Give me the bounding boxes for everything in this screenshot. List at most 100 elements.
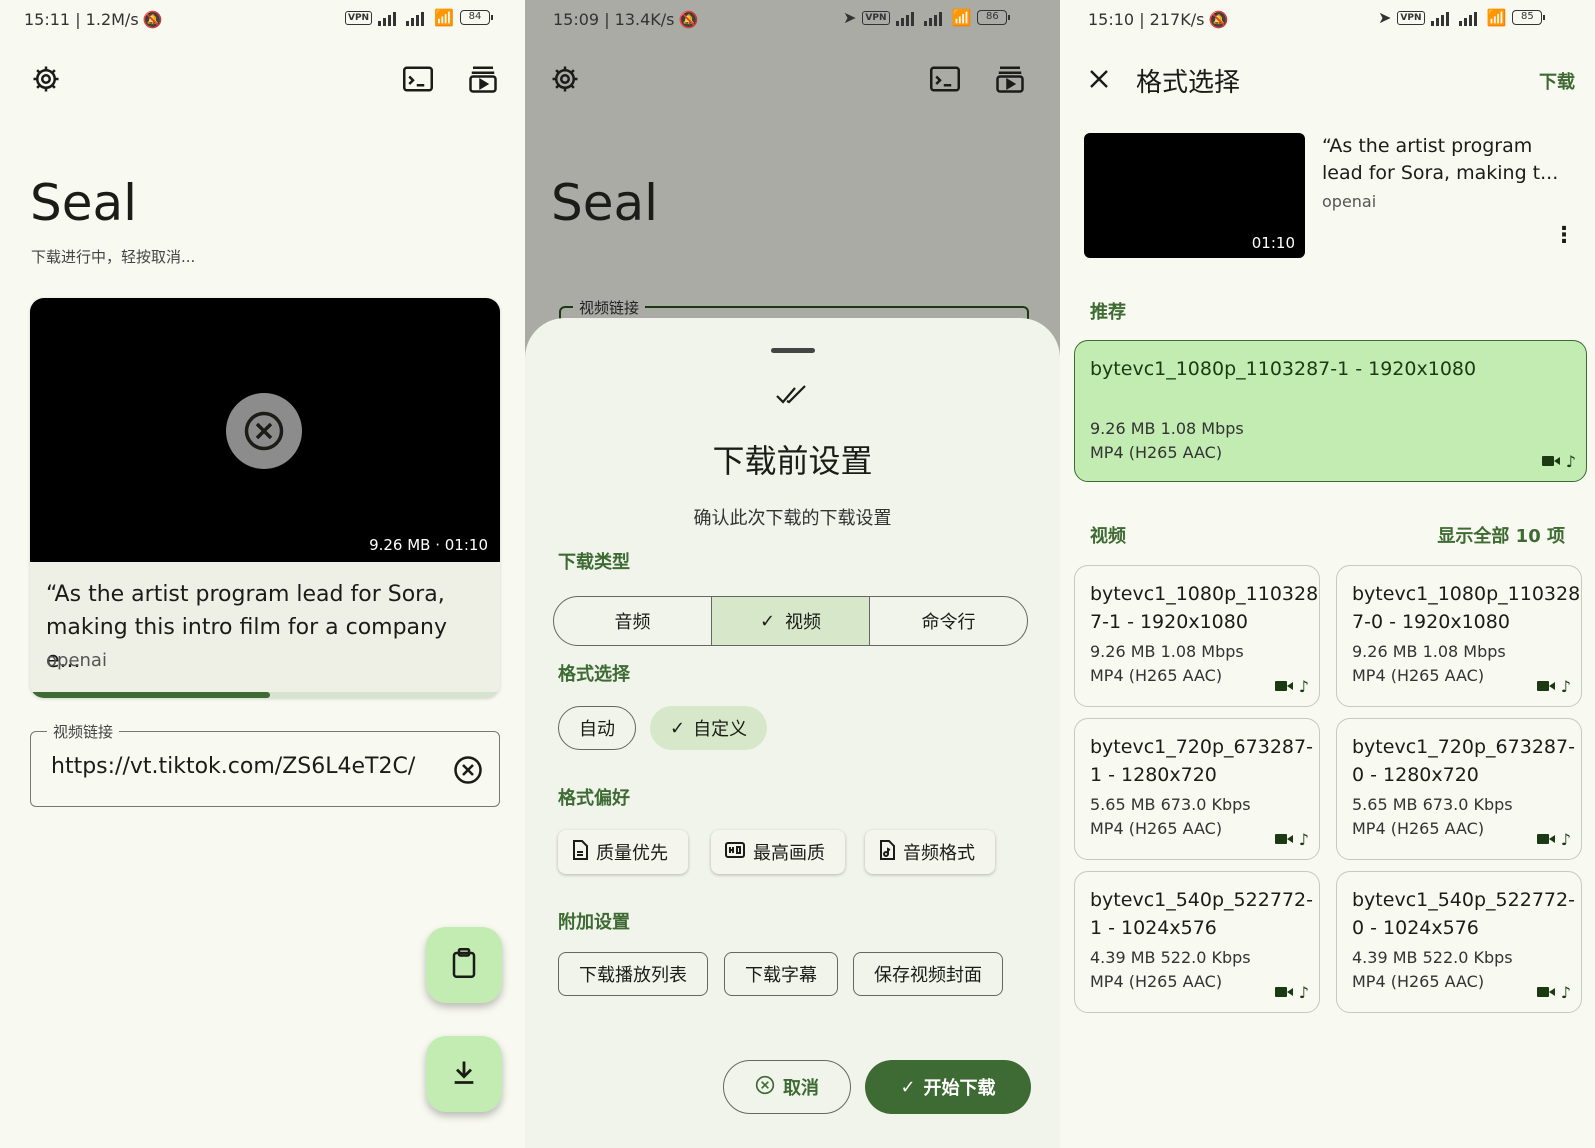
pre-download-settings-screen: 15:09 | 13.4K/s 🔕 ➤ VPN 📶 86 Seal 视频链接 下… xyxy=(525,0,1060,1148)
music-note-icon: ♪ xyxy=(1298,677,1309,696)
subscriptions-icon[interactable] xyxy=(466,62,500,96)
bell-off-icon: 🔕 xyxy=(142,10,163,29)
location-icon: ➤ xyxy=(843,8,857,27)
download-playlist-chip[interactable]: 下载播放列表 xyxy=(558,952,708,996)
battery-icon: 85 xyxy=(1512,10,1546,25)
cancel-icon xyxy=(755,1075,775,1100)
format-name: bytevc1_1080p_1103287-1 - 1920x1080 xyxy=(1090,358,1477,380)
bell-off-icon: 🔕 xyxy=(678,10,699,29)
signal-icon xyxy=(895,10,918,26)
terminal-icon[interactable] xyxy=(928,62,962,96)
clear-icon[interactable] xyxy=(453,755,483,789)
url-input[interactable]: 视频链接 https://vt.tiktok.com/ZS6L4eT2C/ xyxy=(30,721,500,807)
format-auto-chip[interactable]: 自动 xyxy=(558,706,636,750)
download-button[interactable] xyxy=(426,1036,502,1112)
paste-button[interactable] xyxy=(426,927,502,1003)
video-format-card[interactable]: bytevc1_720p_673287- 0 - 1280x720 5.65 MB… xyxy=(1336,718,1582,860)
format-size: 9.26 MB 1.08 Mbps xyxy=(1090,642,1244,661)
check-icon: ✓ xyxy=(900,1076,916,1098)
home-screen-downloading: 15:11 | 1.2M/s 🔕 VPN 📶 84 Seal 下载进行中，轻按取… xyxy=(0,0,525,1148)
video-format-card[interactable]: bytevc1_1080p_110328 7-1 - 1920x1080 9.26… xyxy=(1074,565,1320,707)
more-vert-icon[interactable]: ⋮ xyxy=(1553,223,1575,248)
terminal-icon[interactable] xyxy=(401,62,435,96)
download-action-button[interactable]: 下载 xyxy=(1539,68,1575,94)
pref-audio-chip[interactable]: 音频格式 xyxy=(865,830,995,874)
subscriptions-icon[interactable] xyxy=(993,62,1027,96)
battery-icon: 84 xyxy=(460,10,494,25)
check-icon: ✓ xyxy=(759,610,776,632)
settings-icon[interactable] xyxy=(29,62,63,96)
extra-settings-label: 附加设置 xyxy=(558,912,630,933)
vpn-icon: VPN xyxy=(1397,10,1425,25)
video-format-card[interactable]: bytevc1_720p_673287- 1 - 1280x720 5.65 MB… xyxy=(1074,718,1320,860)
close-icon[interactable] xyxy=(1082,62,1116,96)
video-title: “As the artist program lead for Sora, ma… xyxy=(1322,135,1559,184)
pref-quality-chip[interactable]: 质量优先 xyxy=(558,830,688,874)
status-time: 15:11 | 1.2M/s xyxy=(24,10,139,29)
video-author: openai xyxy=(1322,192,1377,211)
signal-icon xyxy=(923,10,946,26)
video-thumbnail: 01:10 xyxy=(1084,133,1305,258)
app-title: Seal xyxy=(30,174,138,232)
type-command[interactable]: 命令行 xyxy=(870,597,1027,645)
type-audio[interactable]: 音频 xyxy=(554,597,712,645)
bell-off-icon: 🔕 xyxy=(1208,10,1229,29)
drag-handle[interactable] xyxy=(771,348,815,353)
url-label: 视频链接 xyxy=(573,297,646,318)
videocam-icon xyxy=(1536,830,1555,849)
video-title: “As the artist program lead for Sora, ma… xyxy=(46,582,448,673)
video-format-card[interactable]: bytevc1_540p_522772- 1 - 1024x576 4.39 MB… xyxy=(1074,871,1320,1013)
show-all-button[interactable]: 显示全部 10 项 xyxy=(1437,522,1565,548)
clipboard-icon xyxy=(450,948,478,982)
url-value: https://vt.tiktok.com/ZS6L4eT2C/ xyxy=(51,754,416,779)
url-label: 视频链接 xyxy=(47,721,120,742)
settings-icon[interactable] xyxy=(548,62,582,96)
videocam-icon xyxy=(1274,830,1293,849)
wifi-icon: 📶 xyxy=(1486,8,1507,27)
status-bar: 15:09 | 13.4K/s 🔕 xyxy=(553,10,698,29)
format-codec: MP4 (H265 AAC) xyxy=(1352,666,1485,685)
signal-icon xyxy=(406,10,428,26)
music-note-icon: ♪ xyxy=(1560,677,1571,696)
status-icons: ➤ VPN 📶 86 xyxy=(843,8,1011,27)
pref-best-chip[interactable]: 最高画质 xyxy=(711,830,845,874)
videocam-icon xyxy=(1274,983,1293,1002)
format-pref-label: 格式偏好 xyxy=(558,788,630,809)
audio-file-icon xyxy=(879,839,895,865)
format-custom-chip[interactable]: ✓ 自定义 xyxy=(650,706,768,750)
sheet-subtitle: 确认此次下载的下载设置 xyxy=(693,508,892,529)
video-format-card[interactable]: bytevc1_1080p_110328 7-0 - 1920x1080 9.26… xyxy=(1336,565,1582,707)
location-icon: ➤ xyxy=(1378,8,1392,27)
download-type-label: 下载类型 xyxy=(558,552,630,573)
videocam-icon xyxy=(1274,677,1293,696)
format-select-label: 格式选择 xyxy=(558,664,630,685)
download-progress-card[interactable]: 9.26 MB · 01:10 “As the artist program l… xyxy=(30,298,500,698)
type-video[interactable]: ✓ 视频 xyxy=(712,597,870,645)
format-media-icons: ♪ xyxy=(1541,452,1576,471)
format-media-icons: ♪ xyxy=(1274,677,1309,696)
format-codec: MP4 (H265 AAC) xyxy=(1352,972,1485,991)
download-icon xyxy=(450,1058,478,1090)
format-name: bytevc1_540p_522772- 1 - 1024x576 xyxy=(1090,889,1313,939)
signal-icon xyxy=(1458,10,1481,26)
save-cover-chip[interactable]: 保存视频封面 xyxy=(853,952,1003,996)
video-meta: 9.26 MB · 01:10 xyxy=(369,536,488,554)
sheet-title: 下载前设置 xyxy=(712,442,873,480)
recommended-label: 推荐 xyxy=(1090,302,1126,323)
cancel-download-button[interactable] xyxy=(226,393,302,469)
bottom-sheet: 下载前设置 确认此次下载的下载设置 下载类型 音频 ✓ 视频 命令行 格式选择 自… xyxy=(525,318,1060,1148)
download-subtitle-chip[interactable]: 下载字幕 xyxy=(724,952,838,996)
status-icons: VPN 📶 84 xyxy=(345,8,494,27)
start-download-button[interactable]: ✓ 开始下载 xyxy=(865,1060,1031,1114)
format-media-icons: ♪ xyxy=(1274,830,1309,849)
cancel-button[interactable]: 取消 xyxy=(723,1060,851,1114)
format-media-icons: ♪ xyxy=(1536,830,1571,849)
videocam-icon xyxy=(1536,677,1555,696)
recommended-format-card[interactable]: bytevc1_1080p_1103287-1 - 1920x1080 9.26… xyxy=(1074,340,1587,482)
status-subtitle: 下载进行中，轻按取消... xyxy=(31,248,196,266)
video-section-label: 视频 xyxy=(1090,526,1126,547)
format-name: bytevc1_540p_522772- 0 - 1024x576 xyxy=(1352,889,1575,939)
video-format-card[interactable]: bytevc1_540p_522772- 0 - 1024x576 4.39 MB… xyxy=(1336,871,1582,1013)
signal-icon xyxy=(378,10,400,26)
music-note-icon: ♪ xyxy=(1565,452,1576,471)
